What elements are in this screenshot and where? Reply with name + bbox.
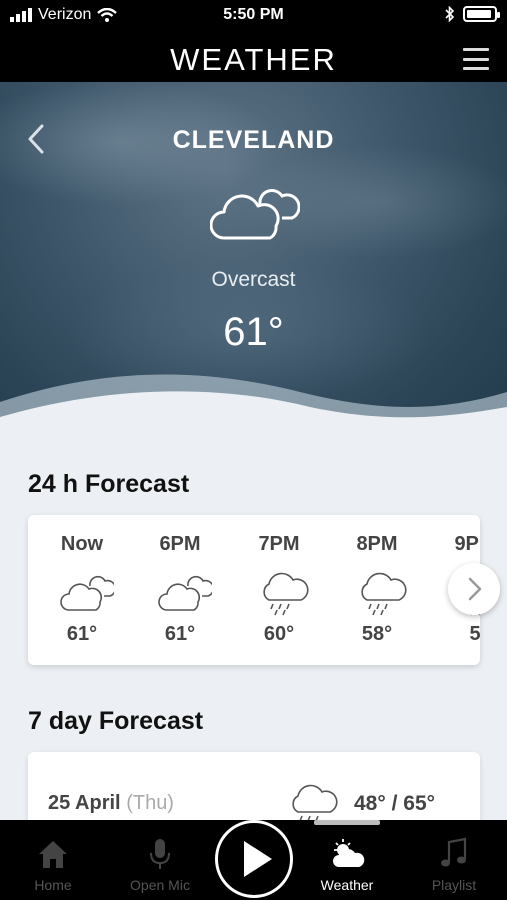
daily-forecast-title: 7 day Forecast <box>28 707 204 735</box>
bluetooth-icon <box>445 6 455 22</box>
current-weather-hero: CLEVELAND Overcast 61° <box>0 82 507 442</box>
hour-temperature: 58° <box>361 623 393 645</box>
day-date: 25 April (Thu) <box>48 792 174 815</box>
app-header: WEATHER <box>0 30 507 82</box>
tab-label: Weather <box>320 877 374 893</box>
tab-label: Open Mic <box>130 877 190 893</box>
page-title: WEATHER <box>170 42 337 77</box>
play-button[interactable] <box>215 820 293 898</box>
hour-label: 6PM <box>159 533 201 555</box>
city-name: CLEVELAND <box>172 126 335 154</box>
weather-icon <box>333 839 365 867</box>
cloud-icon <box>60 575 114 611</box>
forecast-content: 24 h Forecast Now 61° 6PM 61° 7PM 60° 8P… <box>0 420 507 842</box>
hour-temperature: 61° <box>164 623 196 645</box>
hour-temperature: 60° <box>263 623 295 645</box>
music-note-icon <box>441 837 467 867</box>
hour-label: 7PM <box>258 533 300 555</box>
hour-item-6pm: 6PM 61° <box>130 515 230 665</box>
microphone-icon <box>150 839 170 869</box>
tab-home[interactable]: Home <box>3 820 103 900</box>
tab-label: Playlist <box>431 877 477 893</box>
cloud-icon <box>210 189 300 240</box>
day-temperature-range: 48° / 65° <box>354 792 436 815</box>
hourly-forecast-card[interactable]: Now 61° 6PM 61° 7PM 60° 8PM 58° 9P 5 <box>28 515 480 665</box>
hour-item-now: Now 61° <box>32 515 132 665</box>
hour-item-8pm: 8PM 58° <box>327 515 427 665</box>
hour-label: 9PM <box>454 533 480 555</box>
hour-temperature: 5 <box>469 623 480 645</box>
play-icon <box>244 841 272 877</box>
hour-label: Now <box>60 533 104 555</box>
rain-icon <box>361 572 407 616</box>
status-right <box>445 6 500 22</box>
chevron-right-icon <box>468 577 482 601</box>
rain-icon <box>263 572 309 616</box>
bottom-tab-bar: Home Open Mic Weather Playlist <box>0 820 507 900</box>
cloud-icon <box>158 575 212 611</box>
tab-label: Home <box>34 877 72 893</box>
battery-icon <box>463 6 500 22</box>
status-bar: Verizon 5:50 PM <box>0 0 507 30</box>
hour-label: 8PM <box>356 533 398 555</box>
home-icon <box>39 841 67 868</box>
day-of-week: (Thu) <box>126 792 174 814</box>
hourly-next-button[interactable] <box>448 563 500 615</box>
status-time: 5:50 PM <box>223 6 284 23</box>
tab-open-mic[interactable]: Open Mic <box>110 820 210 900</box>
tab-playlist[interactable]: Playlist <box>404 820 504 900</box>
hamburger-menu-icon[interactable] <box>463 48 489 70</box>
tab-weather[interactable]: Weather <box>297 820 397 900</box>
hour-item-7pm: 7PM 60° <box>229 515 329 665</box>
current-temperature: 61° <box>223 310 284 354</box>
weather-condition: Overcast <box>211 268 296 291</box>
hourly-forecast-title: 24 h Forecast <box>28 470 190 498</box>
hour-temperature: 61° <box>66 623 98 645</box>
day-date-label: 25 April <box>48 792 121 814</box>
